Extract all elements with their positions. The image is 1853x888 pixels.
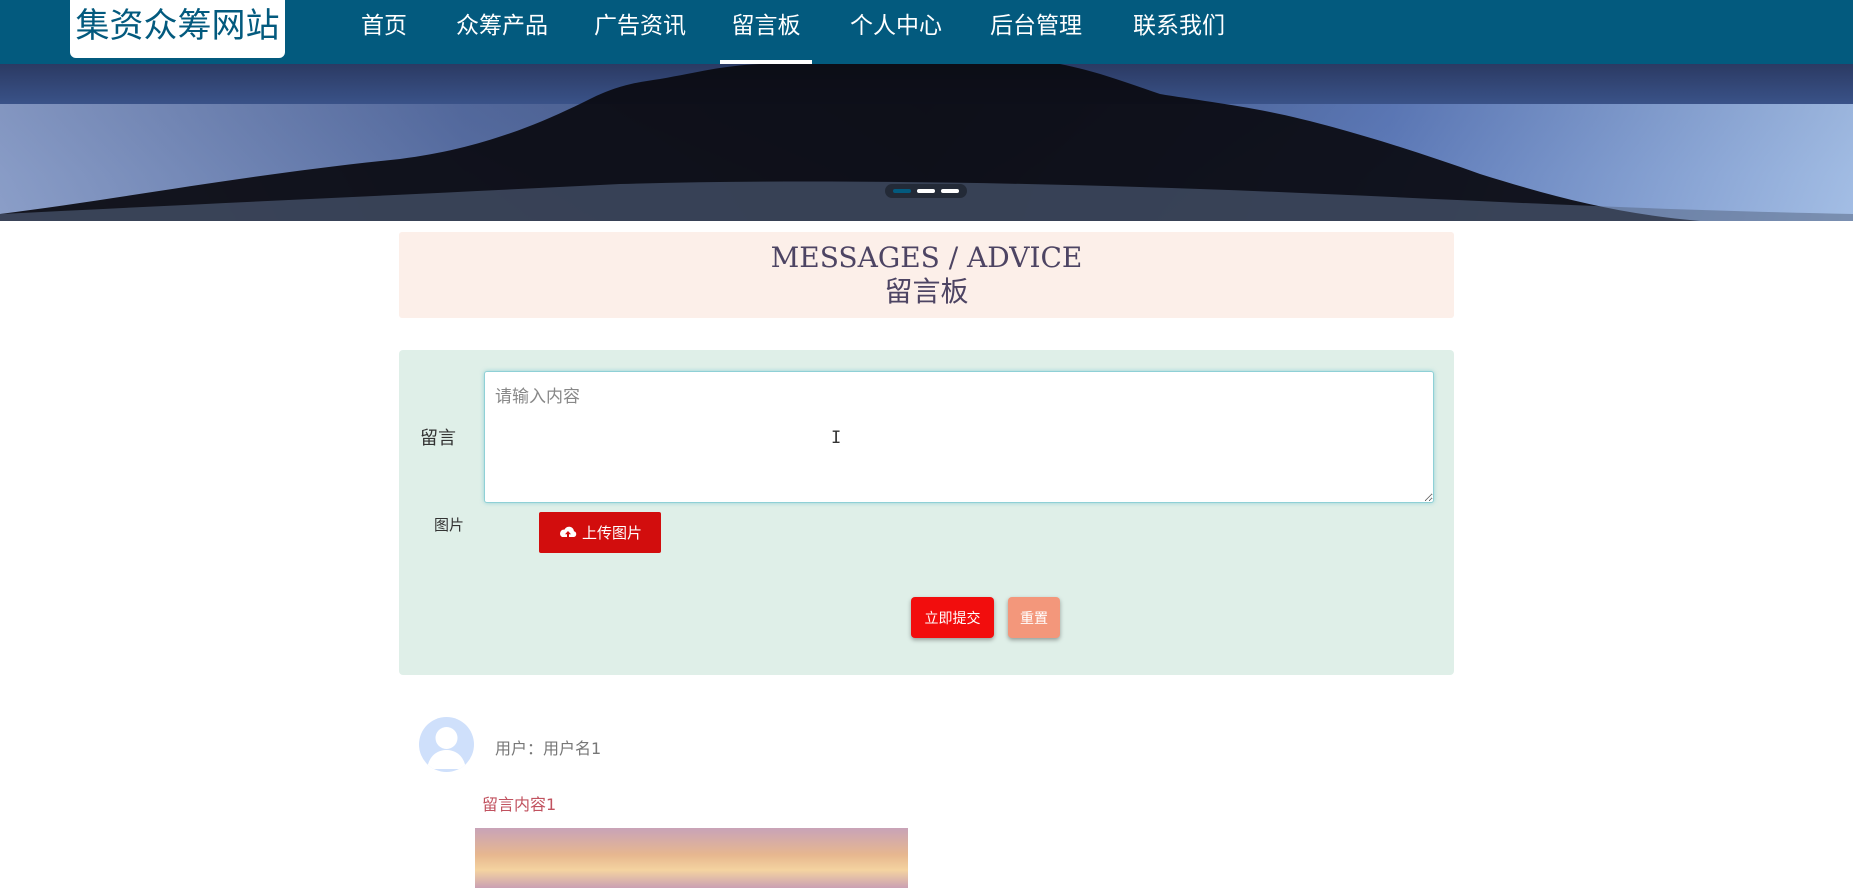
comment-image [475, 828, 908, 888]
upload-image-button[interactable]: 上传图片 [539, 512, 661, 553]
submit-button[interactable]: 立即提交 [911, 597, 994, 638]
nav-item-products[interactable]: 众筹产品 [454, 0, 550, 64]
message-textarea[interactable] [484, 371, 1434, 503]
top-navbar: 集资众筹网站 首页 众筹产品 广告资讯 留言板 个人中心 后台管理 联系我们 [0, 0, 1853, 64]
page-title-chinese: 留言板 [884, 275, 969, 308]
message-label: 留言 [420, 428, 456, 449]
carousel-dot-3[interactable] [941, 189, 959, 193]
nav-item-message-board[interactable]: 留言板 [720, 0, 812, 64]
nav-item-contact[interactable]: 联系我们 [1131, 0, 1227, 64]
nav-item-home[interactable]: 首页 [360, 0, 408, 64]
page-title-box: MESSAGES / ADVICE 留言板 [399, 232, 1454, 318]
carousel-dot-2[interactable] [917, 189, 935, 193]
carousel-dot-1[interactable] [893, 189, 911, 193]
nav-item-news[interactable]: 广告资讯 [592, 0, 688, 64]
reset-button[interactable]: 重置 [1008, 597, 1060, 638]
page-title-english: MESSAGES / ADVICE [770, 241, 1083, 274]
comment-username: 用户：用户名1 [495, 739, 602, 758]
text-cursor-icon: I [831, 428, 842, 448]
upload-image-label: 上传图片 [581, 525, 642, 542]
image-label: 图片 [434, 516, 465, 534]
comment-content: 留言内容1 [482, 795, 557, 814]
nav-item-personal-center[interactable]: 个人中心 [848, 0, 944, 64]
carousel-indicators [885, 184, 967, 198]
nav-item-admin[interactable]: 后台管理 [988, 0, 1084, 64]
user-avatar-icon [419, 717, 474, 772]
hero-banner [0, 64, 1853, 221]
message-form: 留言 I 图片 上传图片 立即提交 重置 [399, 350, 1454, 675]
site-logo[interactable]: 集资众筹网站 [70, 0, 285, 58]
cloud-upload-icon [560, 526, 577, 537]
